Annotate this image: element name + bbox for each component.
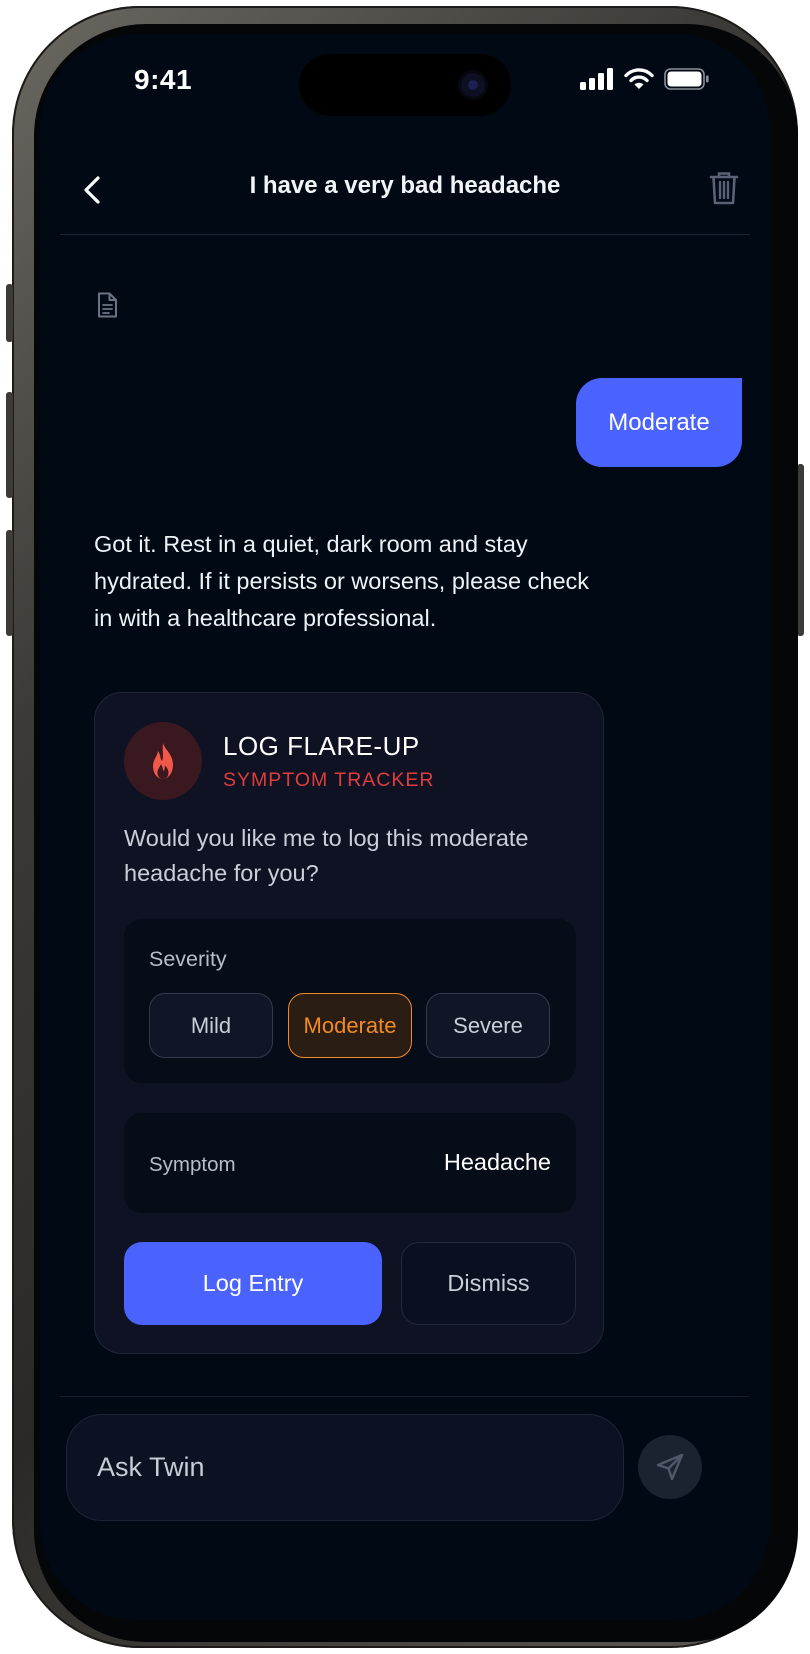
user-message-bubble: Moderate	[576, 378, 742, 467]
trash-icon	[709, 172, 739, 205]
dynamic-island	[299, 54, 511, 116]
header: I have a very bad headache	[40, 154, 770, 234]
page-title: I have a very bad headache	[249, 172, 561, 199]
symptom-value: Headache	[443, 1149, 551, 1175]
severity-panel: Severity Mild Moderate Severe	[124, 919, 576, 1083]
status-icons	[580, 68, 710, 90]
send-button[interactable]	[638, 1435, 702, 1499]
status-time: 9:41	[134, 64, 193, 95]
log-flare-up-card: LOG FLARE-UP SYMPTOM TRACKER Would you l…	[94, 692, 604, 1354]
ask-input[interactable]	[66, 1414, 624, 1521]
side-button-power	[797, 464, 804, 636]
card-subtitle: SYMPTOM TRACKER	[223, 769, 435, 791]
send-icon	[656, 1453, 684, 1481]
header-divider	[60, 234, 750, 235]
assistant-message: Got it. Rest in a quiet, dark room and s…	[94, 531, 590, 631]
severity-severe-button[interactable]: Severe	[426, 993, 550, 1058]
signal-icon	[580, 68, 613, 90]
symptom-panel: Symptom Headache	[124, 1113, 576, 1213]
log-entry-button[interactable]: Log Entry	[124, 1242, 382, 1325]
battery-icon	[664, 68, 709, 90]
dismiss-button[interactable]: Dismiss	[401, 1242, 576, 1325]
composer-divider	[60, 1396, 750, 1397]
camera-icon	[461, 73, 485, 97]
side-button-volume-down	[6, 530, 13, 636]
severity-label: Severity	[149, 947, 227, 971]
card-question: Would you like me to log this moderate h…	[124, 825, 529, 886]
side-button-action	[6, 284, 13, 342]
flame-icon	[153, 743, 173, 779]
side-button-volume-up	[6, 392, 13, 498]
document-icon[interactable]	[96, 292, 118, 323]
card-title: LOG FLARE-UP	[223, 731, 420, 761]
severity-moderate-button[interactable]: Moderate	[288, 993, 412, 1058]
flame-badge	[124, 722, 202, 800]
wifi-icon	[624, 68, 654, 89]
symptom-label: Symptom	[149, 1153, 236, 1176]
severity-mild-button[interactable]: Mild	[149, 993, 273, 1058]
delete-chat-button[interactable]	[702, 166, 746, 210]
app-screen: 9:41 I have a very bad headache Moderate…	[40, 34, 770, 1620]
